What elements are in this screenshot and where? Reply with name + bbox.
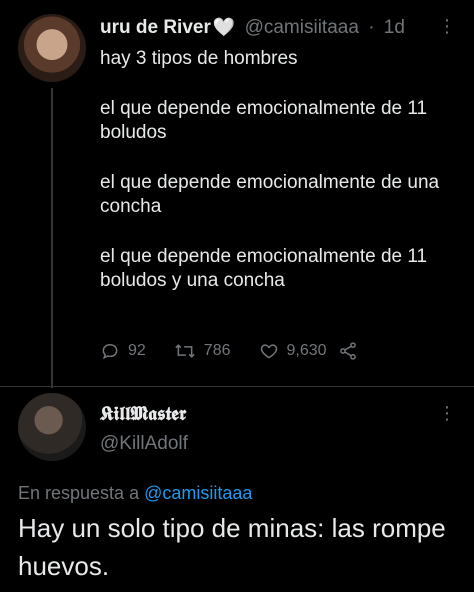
reply-mention-link[interactable]: @camisiitaaa (144, 483, 252, 503)
user-handle[interactable]: @camisiitaaa (245, 17, 359, 38)
user-handle[interactable]: @KillAdolf (100, 433, 188, 455)
share-button[interactable] (337, 341, 367, 361)
more-icon[interactable]: ⋮ (438, 16, 456, 37)
tweet-line: hay 3 tipos de hombres (100, 48, 298, 69)
display-name[interactable]: uru de River (100, 17, 211, 38)
reply-button[interactable]: 92 (100, 341, 146, 361)
avatar[interactable] (18, 393, 86, 461)
tweet-line: el que depende emocionalmente de 11 bolu… (100, 246, 428, 291)
tweet-text: Hay un solo tipo de minas: las rompe hue… (18, 513, 446, 581)
retweet-count: 786 (203, 342, 231, 359)
retweet-button[interactable]: 786 (174, 341, 231, 361)
reply-prefix: En respuesta a (18, 483, 140, 503)
share-icon (339, 342, 356, 360)
tweet-line: el que depende emocionalmente de 11 bolu… (100, 98, 428, 143)
retweet-icon (175, 344, 195, 358)
reply-context: En respuesta a @camisiitaaa (18, 483, 252, 504)
heart-emoji: 🤍 (212, 17, 236, 37)
timestamp[interactable]: 1d (384, 17, 405, 38)
like-button[interactable]: 9,630 (259, 341, 327, 361)
tweet-text: hay 3 tipos de hombres el que depende em… (100, 47, 460, 293)
reply-tweet[interactable]: 𝕶𝖎𝖑𝖑𝕸𝖆𝖘𝖙𝖊𝖗 @KillAdolf ⋮ En respuesta a @… (0, 387, 474, 592)
tweet-header: uru de River 🤍 @camisiitaaa · 1d (100, 17, 405, 39)
separator-dot: · (368, 17, 375, 38)
thread-line (51, 88, 53, 388)
reply-count: 92 (128, 342, 146, 359)
more-icon[interactable]: ⋮ (438, 403, 456, 424)
tweet-line: el que depende emocionalmente de una con… (100, 172, 440, 217)
action-bar: 92 786 9,630 (100, 341, 395, 361)
avatar[interactable] (18, 14, 86, 82)
like-count: 9,630 (286, 342, 327, 359)
original-tweet[interactable]: uru de River 🤍 @camisiitaaa · 1d ⋮ hay 3 … (0, 0, 474, 388)
display-name[interactable]: 𝕶𝖎𝖑𝖑𝕸𝖆𝖘𝖙𝖊𝖗 (100, 403, 186, 425)
like-icon (260, 344, 277, 359)
reply-icon (102, 343, 118, 360)
